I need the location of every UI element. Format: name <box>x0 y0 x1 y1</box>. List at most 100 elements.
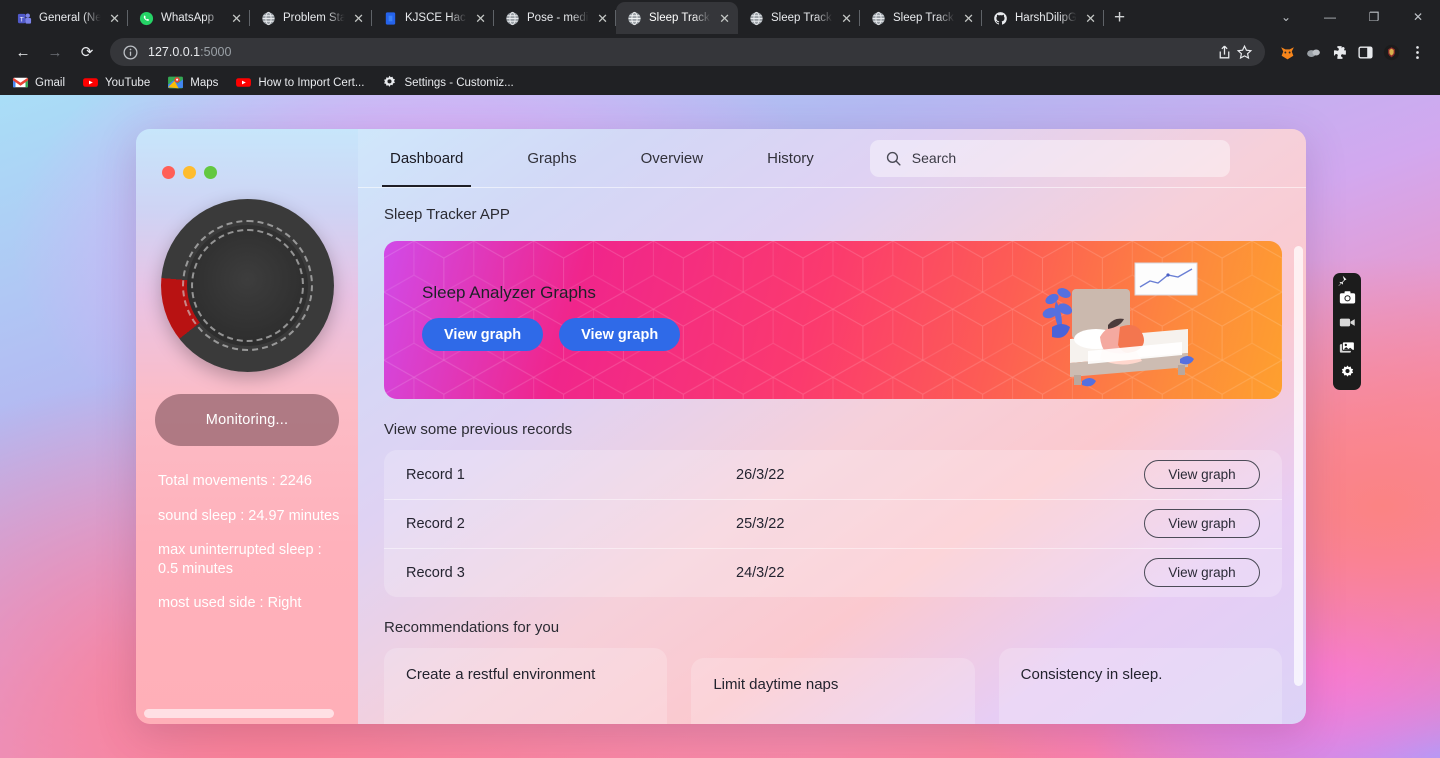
tab-strip: T General (Netw ✕ WhatsApp ✕ Problem Sta… <box>0 0 1440 34</box>
recommendation-card[interactable]: Limit daytime naps <box>691 658 975 724</box>
page-title: Sleep Tracker APP <box>384 206 510 223</box>
recommendation-card[interactable]: Consistency in sleep. <box>998 648 1282 724</box>
gauge-dashed-ring-inner <box>190 229 304 342</box>
tab-graphs[interactable]: Graphs <box>495 129 608 187</box>
share-icon[interactable] <box>1216 44 1233 61</box>
camera-icon[interactable] <box>1339 289 1356 306</box>
view-graph-button[interactable]: View graph <box>1144 460 1260 489</box>
bookmark-item[interactable]: Gmail <box>12 74 65 91</box>
globe-icon <box>750 11 763 25</box>
tab-close-icon[interactable]: ✕ <box>1085 12 1096 25</box>
page-viewport: Monitoring... Total movements : 2246 sou… <box>0 95 1440 758</box>
github-icon <box>994 11 1007 25</box>
tab-overview[interactable]: Overview <box>609 129 736 187</box>
table-row[interactable]: Record 1 26/3/22 View graph <box>384 450 1282 499</box>
monitoring-status-button[interactable]: Monitoring... <box>155 394 339 446</box>
search-placeholder: Search <box>911 150 957 166</box>
browser-tab[interactable]: Sleep Tracking ✕ <box>860 2 982 34</box>
blue-doc-icon <box>385 11 396 25</box>
table-row[interactable]: Record 3 24/3/22 View graph <box>384 548 1282 597</box>
crest-avatar-icon[interactable] <box>1383 44 1400 61</box>
reload-button[interactable]: ⟳ <box>72 37 102 67</box>
bookmark-item[interactable]: Settings - Customiz... <box>381 74 514 91</box>
sidebar-horizontal-scrollbar[interactable] <box>144 709 334 718</box>
app-nav-tabs: Dashboard Graphs Overview History <box>358 129 846 188</box>
tab-label: History <box>767 149 814 167</box>
video-camera-icon[interactable] <box>1339 314 1356 331</box>
forward-button[interactable]: → <box>40 37 70 67</box>
view-graph-button-2[interactable]: View graph <box>559 318 681 351</box>
record-date: 26/3/22 <box>736 466 785 483</box>
tab-close-icon[interactable]: ✕ <box>963 12 974 25</box>
window-minimize-icon[interactable]: — <box>1308 10 1352 24</box>
minimize-dot-icon[interactable] <box>183 165 196 179</box>
bookmark-label: Maps <box>190 76 219 89</box>
pin-icon[interactable] <box>1336 275 1348 287</box>
browser-tab[interactable]: Pose - mediap ✕ <box>494 2 616 34</box>
tab-close-icon[interactable]: ✕ <box>475 12 486 25</box>
globe-icon <box>262 11 275 25</box>
recommendation-card[interactable]: Create a restful environment <box>384 648 668 724</box>
browser-toolbar: ← → ⟳ 127.0.0.1:5000 <box>0 34 1440 70</box>
tab-title: Problem State <box>283 12 347 24</box>
record-name: Record 1 <box>406 466 465 483</box>
tab-title: Sleep Tracking <box>893 12 957 24</box>
info-circle-icon[interactable] <box>122 44 139 61</box>
puzzle-icon[interactable] <box>1331 44 1348 61</box>
tab-close-icon[interactable]: ✕ <box>597 12 608 25</box>
browser-tab[interactable]: HarshDilipGho ✕ <box>982 2 1104 34</box>
browser-tab[interactable]: KJSCE Hack 6 ✕ <box>372 2 494 34</box>
tab-dashboard[interactable]: Dashboard <box>358 129 495 188</box>
tab-label: Overview <box>640 149 704 167</box>
window-minimize-group-icon[interactable]: ⌄ <box>1264 10 1308 24</box>
stat-total-movements: Total movements : 2246 <box>158 473 312 489</box>
app-main-panel: Dashboard Graphs Overview History Search… <box>358 129 1306 724</box>
bookmark-label: Settings - Customiz... <box>404 76 514 89</box>
search-icon <box>886 151 901 166</box>
maximize-dot-icon[interactable] <box>204 165 217 179</box>
kebab-menu-icon[interactable] <box>1409 44 1426 61</box>
browser-chrome: T General (Netw ✕ WhatsApp ✕ Problem Sta… <box>0 0 1440 95</box>
view-graph-button[interactable]: View graph <box>1144 509 1260 538</box>
browser-tab[interactable]: T General (Netw ✕ <box>6 2 128 34</box>
tab-close-icon[interactable]: ✕ <box>719 12 730 25</box>
bookmark-item[interactable]: Maps <box>167 74 218 91</box>
images-icon[interactable] <box>1339 339 1356 356</box>
fox-icon[interactable] <box>1279 44 1296 61</box>
sleep-monitor-gauge[interactable] <box>160 199 334 372</box>
sidepanel-icon[interactable] <box>1357 44 1374 61</box>
view-graph-button-1[interactable]: View graph <box>422 318 544 351</box>
screen-recorder-toolbar <box>1333 273 1361 390</box>
bookmark-item[interactable]: YouTube <box>82 74 150 91</box>
search-input[interactable]: Search <box>869 139 1230 177</box>
window-maximize-icon[interactable]: ❐ <box>1352 10 1396 24</box>
close-dot-icon[interactable] <box>162 165 175 179</box>
view-graph-button[interactable]: View graph <box>1144 558 1260 587</box>
cloud-icon[interactable] <box>1305 44 1322 61</box>
whatsapp-icon <box>139 11 154 25</box>
tab-close-icon[interactable]: ✕ <box>231 12 242 25</box>
tab-label: Graphs <box>527 149 577 167</box>
record-date: 24/3/22 <box>736 564 785 581</box>
stat-sound-sleep: sound sleep : 24.97 minutes <box>158 507 340 524</box>
bookmark-item[interactable]: How to Import Cert... <box>235 74 364 91</box>
tab-close-icon[interactable]: ✕ <box>109 12 120 25</box>
back-button[interactable]: ← <box>8 37 38 67</box>
star-icon[interactable] <box>1236 44 1253 61</box>
tab-title: Sleep Tracking <box>771 12 835 24</box>
tab-close-icon[interactable]: ✕ <box>353 12 364 25</box>
browser-tab-active[interactable]: Sleep Tracking ✕ <box>616 2 738 34</box>
browser-tab[interactable]: Problem State ✕ <box>250 2 372 34</box>
window-close-icon[interactable]: ✕ <box>1396 10 1440 24</box>
sleep-analyzer-banner: Sleep Analyzer Graphs View graph View gr… <box>384 241 1282 399</box>
tab-close-icon[interactable]: ✕ <box>841 12 852 25</box>
gear-icon[interactable] <box>1339 364 1356 381</box>
window-controls: ⌄ — ❐ ✕ <box>1264 0 1440 34</box>
main-vertical-scrollbar[interactable] <box>1294 246 1303 686</box>
address-bar[interactable]: 127.0.0.1:5000 <box>110 38 1265 66</box>
browser-tab[interactable]: WhatsApp ✕ <box>128 2 250 34</box>
browser-tab[interactable]: Sleep Tracking ✕ <box>738 2 860 34</box>
table-row[interactable]: Record 2 25/3/22 View graph <box>384 499 1282 548</box>
tab-history[interactable]: History <box>735 129 846 187</box>
new-tab-button[interactable]: + <box>1114 7 1125 29</box>
